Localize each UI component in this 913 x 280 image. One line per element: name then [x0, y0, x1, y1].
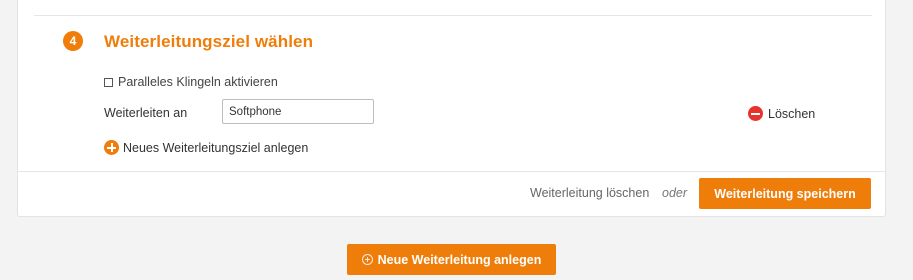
- forward-to-label: Weiterleiten an: [104, 106, 188, 120]
- save-forwarding-button[interactable]: Weiterleitung speichern: [699, 178, 871, 209]
- section-title: Weiterleitungsziel wählen: [104, 32, 314, 51]
- new-forwarding-label: Neue Weiterleitung anlegen: [377, 252, 542, 267]
- plus-outline-icon: [361, 254, 373, 265]
- add-target-button[interactable]: Neues Weiterleitungsziel anlegen: [104, 140, 308, 155]
- forwarding-card: 4 Weiterleitungsziel wählen Paralleles K…: [17, 0, 886, 217]
- forward-target-input[interactable]: [222, 99, 374, 124]
- or-separator: oder: [662, 186, 688, 200]
- parallel-ringing-label: Paralleles Klingeln aktivieren: [118, 75, 278, 89]
- parallel-ringing-option[interactable]: Paralleles Klingeln aktivieren: [104, 75, 278, 89]
- add-target-label: Neues Weiterleitungsziel anlegen: [123, 140, 309, 155]
- step-number-badge: 4: [63, 31, 83, 51]
- plus-circle-icon: [104, 140, 119, 155]
- delete-target-button[interactable]: Löschen: [748, 106, 815, 121]
- minus-circle-icon: [748, 106, 763, 121]
- delete-forwarding-link[interactable]: Weiterleitung löschen: [530, 186, 649, 200]
- new-forwarding-button[interactable]: Neue Weiterleitung anlegen: [347, 244, 556, 275]
- delete-target-label: Löschen: [768, 106, 816, 121]
- parallel-ringing-checkbox[interactable]: [104, 77, 113, 87]
- footer-divider: [18, 171, 885, 172]
- top-divider: [34, 15, 872, 16]
